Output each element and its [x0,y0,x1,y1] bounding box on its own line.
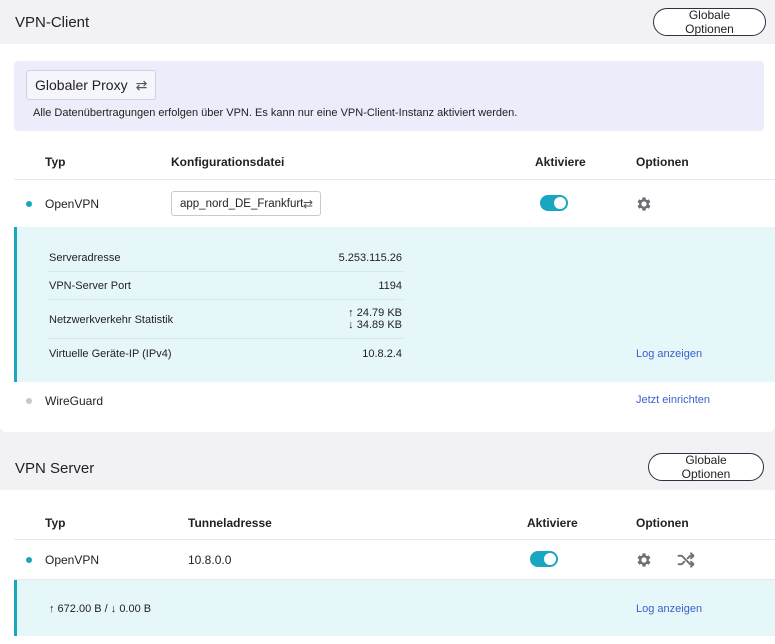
traffic-down-value: ↓ 34.89 KB [348,319,402,331]
gear-icon[interactable] [635,195,653,213]
vpn-server-header: VPN Server Globale Optionen [0,444,775,490]
toggle-knob [544,553,556,565]
col-header-activate: Aktiviere [535,155,586,169]
traffic-up-value: ↑ 24.79 KB [348,307,402,319]
global-proxy-button[interactable]: Globaler Proxy ⇄ [26,70,157,100]
vpn-client-title: VPN-Client [15,14,90,31]
toggle-knob [554,197,566,209]
server-traffic-value: ↑ 672.00 B / ↓ 0.00 B [49,603,152,615]
client-openvpn-toggle[interactable] [540,195,568,211]
swap-icon: ⇄ [135,76,148,93]
gear-icon[interactable] [635,551,653,569]
server-address-value: 5.253.115.26 [338,252,402,264]
server-port-value: 1194 [378,280,402,292]
col-header-options: Optionen [636,155,689,169]
divider [14,179,775,180]
client-log-link[interactable]: Log anzeigen [636,348,702,360]
proxy-info-text: Alle Datenübertragungen erfolgen über VP… [33,107,518,119]
tunnel-address-value: 10.8.0.0 [188,553,232,567]
vpn-client-header: VPN-Client Globale Optionen [0,0,775,44]
server-address-label: Serveradresse [49,252,121,264]
divider [48,299,403,300]
arrow-up-icon: ↑ [348,307,354,319]
virtual-ip-value: 10.8.2.4 [362,348,402,360]
server-col-header-type: Typ [45,516,66,530]
config-file-selector[interactable]: app_nord_DE_Frankfurt ⇄ [171,191,321,216]
virtual-ip-label: Virtuelle Geräte-IP (IPv4) [49,348,172,360]
divider [48,271,403,272]
divider [14,539,775,540]
col-header-type: Typ [45,155,66,169]
wireguard-setup-link[interactable]: Jetzt einrichten [636,394,710,406]
server-openvpn-type: OpenVPN [45,553,100,567]
vpn-server-title: VPN Server [15,460,95,477]
server-port-label: VPN-Server Port [49,280,131,292]
col-header-config: Konfigurationsdatei [171,155,285,169]
traffic-label: Netzwerkverkehr Statistik [49,314,174,326]
shuffle-icon[interactable] [676,550,696,570]
swap-icon: ⇄ [302,196,313,211]
arrow-down-icon: ↓ [348,319,354,331]
server-global-options-button[interactable]: Globale Optionen [648,453,764,481]
server-openvpn-toggle[interactable] [530,551,558,567]
status-dot-active [26,201,32,207]
divider [48,338,403,339]
server-col-header-activate: Aktiviere [527,516,578,530]
client-global-options-button[interactable]: Globale Optionen [653,8,766,36]
server-col-header-tunnel: Tunneladresse [188,516,272,530]
config-file-name: app_nord_DE_Frankfurt [180,197,304,210]
client-wireguard-type: WireGuard [45,394,104,408]
server-log-link[interactable]: Log anzeigen [636,603,702,615]
status-dot-active [26,557,32,563]
status-dot-inactive [26,398,32,404]
client-openvpn-type: OpenVPN [45,197,100,211]
server-col-header-options: Optionen [636,516,689,530]
traffic-up-text: 24.79 KB [356,307,402,319]
traffic-down-text: 34.89 KB [356,319,402,331]
global-proxy-label: Globaler Proxy [35,77,128,93]
